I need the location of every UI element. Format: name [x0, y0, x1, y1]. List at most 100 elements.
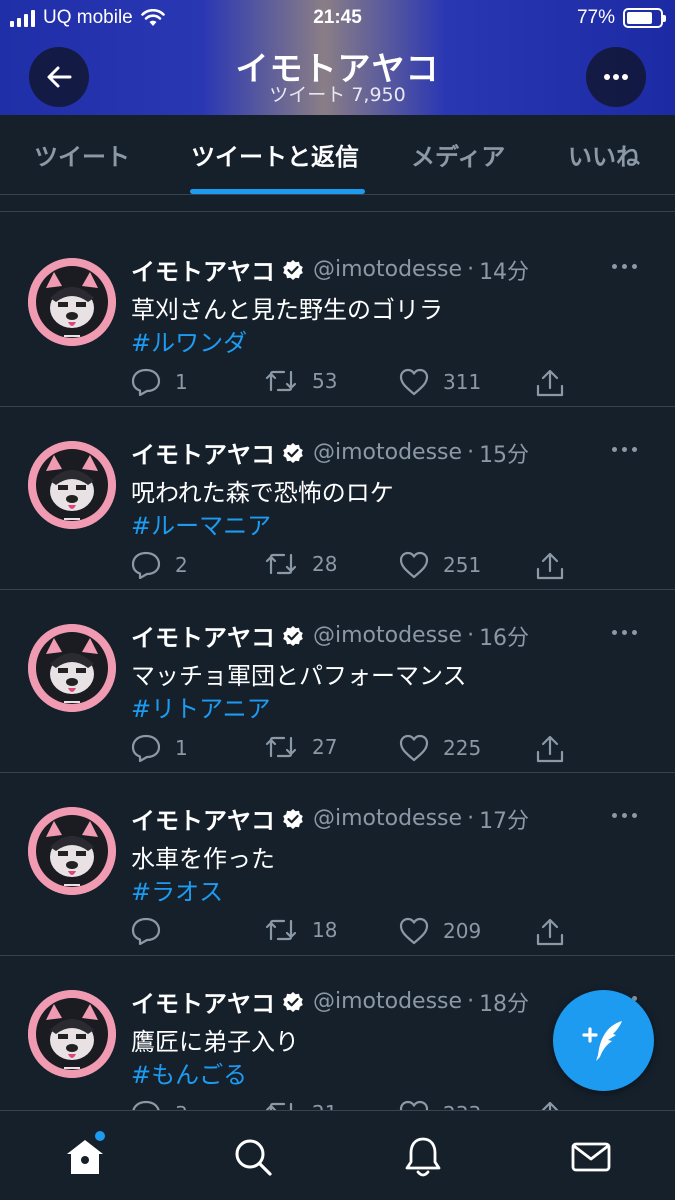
tweet-hashtag-link[interactable]: #ルーマニア [131, 506, 271, 541]
tweet-timestamp[interactable]: 15分 [479, 437, 529, 469]
share-button[interactable] [535, 917, 565, 947]
avatar[interactable] [28, 807, 116, 895]
nav-home[interactable] [63, 1135, 107, 1179]
search-icon [235, 1139, 272, 1176]
tweet-hashtag-link[interactable]: #リトアニア [131, 689, 271, 724]
tweet-actions: 1 27 225 [131, 734, 571, 768]
reply-icon [131, 551, 161, 579]
tweet-header: イモトアヤコ @imotodesse · 14分 [131, 252, 529, 287]
reply-button[interactable]: 2 [131, 551, 188, 579]
verified-badge-icon [282, 442, 304, 464]
tweet-timestamp[interactable]: 14分 [479, 254, 529, 286]
tweet[interactable]: イモトアヤコ @imotodesse · 16分 マッチョ軍団とパフォーマンス … [0, 590, 675, 773]
battery-icon [623, 8, 666, 28]
tweet-more-button[interactable] [612, 630, 637, 635]
tweet-author-handle[interactable]: @imotodesse [313, 440, 462, 465]
tweet-author-name[interactable]: イモトアヤコ [131, 435, 275, 470]
verified-badge-icon [282, 259, 304, 281]
tweet-text: 呪われた森で恐怖のロケ [131, 479, 394, 507]
like-button[interactable]: 225 [399, 734, 481, 762]
tweet-timestamp[interactable]: 18分 [479, 986, 529, 1018]
share-button[interactable] [535, 734, 565, 764]
new-content-dot [95, 1131, 105, 1141]
like-count: 225 [443, 736, 482, 760]
tweet-author-name[interactable]: イモトアヤコ [131, 984, 275, 1019]
status-right: 77% [576, 7, 666, 29]
tweet[interactable]: イモトアヤコ @imotodesse · 17分 水車を作った #ラオス 18 … [0, 773, 675, 956]
tweet-author-handle[interactable]: @imotodesse [313, 989, 462, 1014]
tweet-timestamp[interactable]: 16分 [479, 620, 529, 652]
tweet-more-button[interactable] [612, 813, 637, 818]
reply-button[interactable]: 1 [131, 734, 188, 762]
more-options-button[interactable] [586, 47, 646, 107]
retweet-button[interactable]: 27 [264, 734, 337, 760]
tweet-author-handle[interactable]: @imotodesse [313, 806, 462, 831]
tweet-author-handle[interactable]: @imotodesse [313, 257, 462, 282]
reply-count: 2 [175, 553, 188, 577]
heart-icon [399, 368, 429, 396]
tweet-author-name[interactable]: イモトアヤコ [131, 618, 275, 653]
tweet-hashtag-link[interactable]: #もんごる [131, 1055, 247, 1090]
avatar[interactable] [28, 258, 116, 346]
compose-tweet-button[interactable] [553, 990, 654, 1091]
retweet-button[interactable]: 53 [264, 368, 337, 394]
reply-button[interactable] [131, 917, 175, 945]
tweet[interactable]: イモトアヤコ @imotodesse · 14分 草刈さんと見た野生のゴリラ #… [0, 224, 675, 407]
verified-badge-icon [282, 808, 304, 830]
like-button[interactable]: 209 [399, 917, 481, 945]
share-icon [536, 552, 564, 580]
tab-tweets-and-replies[interactable]: ツイートと返信 [191, 137, 359, 172]
tweet-hashtag-link[interactable]: #ルワンダ [131, 323, 247, 358]
tweet-more-button[interactable] [612, 264, 637, 269]
tweet-author-name[interactable]: イモトアヤコ [131, 252, 275, 287]
nav-messages[interactable] [569, 1135, 613, 1179]
retweet-count: 18 [312, 918, 338, 942]
retweet-icon [265, 919, 297, 941]
bottom-navigation [0, 1110, 675, 1200]
share-button[interactable] [535, 368, 565, 398]
retweet-button[interactable]: 28 [264, 551, 337, 577]
reply-button[interactable]: 1 [131, 368, 188, 396]
reply-count: 1 [175, 370, 188, 394]
retweet-count: 28 [312, 552, 338, 576]
avatar[interactable] [28, 441, 116, 529]
avatar-image [28, 807, 116, 895]
tweet-more-button[interactable] [612, 447, 637, 452]
verified-badge-icon [282, 625, 304, 647]
avatar[interactable] [28, 624, 116, 712]
share-icon [536, 369, 564, 397]
envelope-icon [571, 1142, 611, 1172]
tweet-text: 水車を作った [131, 845, 275, 873]
like-button[interactable]: 251 [399, 551, 481, 579]
avatar-image [28, 990, 116, 1078]
home-icon [67, 1140, 103, 1174]
tab-tweets[interactable]: ツイート [34, 137, 130, 172]
avatar[interactable] [28, 990, 116, 1078]
retweet-icon [265, 370, 297, 392]
retweet-count: 53 [312, 369, 338, 393]
share-button[interactable] [535, 551, 565, 581]
separator-dot: · [467, 623, 475, 648]
tweet-actions: 18 209 [131, 917, 571, 951]
like-button[interactable]: 311 [399, 368, 481, 396]
status-bar: UQ mobile 21:45 77% [0, 0, 675, 38]
tweet-text: マッチョ軍団とパフォーマンス [131, 662, 467, 690]
heart-icon [399, 734, 429, 762]
tweet-actions: 1 53 311 [131, 368, 571, 402]
tweet[interactable]: イモトアヤコ @imotodesse · 15分 呪われた森で恐怖のロケ #ルー… [0, 407, 675, 590]
tweet-author-name[interactable]: イモトアヤコ [131, 801, 275, 836]
tweet-header: イモトアヤコ @imotodesse · 15分 [131, 435, 529, 470]
nav-notifications[interactable] [401, 1135, 445, 1179]
battery-percent: 77% [576, 7, 615, 28]
retweet-count: 27 [312, 735, 338, 759]
tweet-timestamp[interactable]: 17分 [479, 803, 529, 835]
tab-media[interactable]: メディア [411, 137, 505, 172]
retweet-button[interactable]: 18 [264, 917, 337, 943]
tab-likes[interactable]: いいね [568, 137, 640, 172]
tweet-hashtag-link[interactable]: #ラオス [131, 872, 223, 907]
reply-icon [131, 917, 161, 945]
more-horizontal-icon [604, 74, 628, 80]
separator-dot: · [467, 806, 475, 831]
tweet-author-handle[interactable]: @imotodesse [313, 623, 462, 648]
nav-search[interactable] [231, 1135, 275, 1179]
